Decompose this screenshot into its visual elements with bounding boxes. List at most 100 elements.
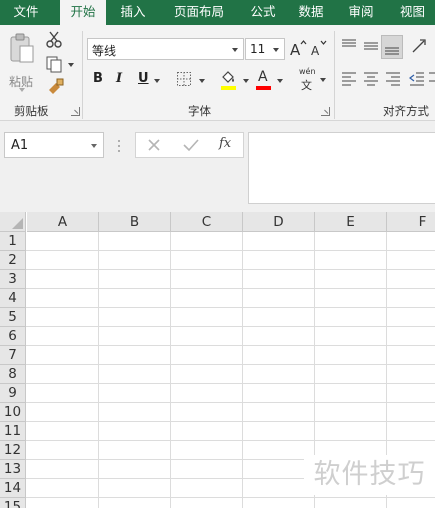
font-name-value: 等线 — [92, 44, 117, 58]
row-header[interactable]: 8 — [0, 365, 26, 384]
decrease-indent-button[interactable] — [408, 70, 428, 92]
row-header[interactable]: 10 — [0, 403, 26, 422]
decrease-font-size-icon: A — [311, 40, 327, 57]
top-align-button[interactable] — [340, 37, 358, 59]
decrease-font-size-button[interactable]: A — [310, 39, 328, 61]
underline-icon: U — [138, 71, 149, 86]
column-header-b[interactable]: B — [99, 212, 171, 232]
increase-indent-button[interactable] — [429, 70, 435, 92]
cut-button[interactable] — [45, 31, 65, 53]
middle-align-button[interactable] — [362, 37, 380, 59]
font-size-select[interactable]: 11 — [245, 38, 285, 60]
row-header[interactable]: 6 — [0, 327, 26, 346]
font-color-dropdown-icon — [277, 79, 283, 83]
row-header[interactable]: 4 — [0, 289, 26, 308]
tab-insert[interactable]: 插入 — [110, 0, 156, 25]
phonetic-char-label: 文 — [301, 79, 312, 92]
font-color-button[interactable]: A — [254, 69, 286, 91]
column-header-d[interactable]: D — [243, 212, 315, 232]
cancel-icon[interactable] — [147, 138, 161, 152]
scissors-icon — [46, 31, 62, 48]
tab-home[interactable]: 开始 — [60, 0, 106, 25]
gridline — [26, 421, 435, 422]
gridline — [26, 345, 435, 346]
paste-button[interactable]: 粘贴 — [6, 33, 38, 95]
phonetic-guide-button[interactable]: wén 文 — [297, 67, 329, 93]
select-all-icon — [12, 218, 23, 229]
row-header[interactable]: 15 — [0, 498, 26, 508]
tab-data[interactable]: 数据 — [288, 0, 334, 25]
format-painter-button[interactable] — [47, 78, 67, 100]
font-color-swatch — [256, 86, 271, 90]
name-box[interactable]: A1 — [4, 132, 104, 158]
row-header[interactable]: 3 — [0, 270, 26, 289]
underline-dropdown-icon — [154, 79, 160, 83]
enter-check-icon[interactable] — [183, 138, 199, 152]
borders-button[interactable] — [176, 69, 208, 91]
group-divider — [82, 31, 83, 119]
formula-input[interactable] — [248, 132, 435, 204]
underline-button[interactable]: U — [134, 69, 164, 91]
tab-file[interactable]: 文件 — [0, 0, 52, 25]
row-header[interactable]: 7 — [0, 346, 26, 365]
increase-font-size-button[interactable]: A — [289, 39, 307, 61]
gridline — [26, 440, 435, 441]
font-name-dropdown-icon — [232, 48, 238, 52]
align-right-button[interactable] — [384, 70, 402, 92]
column-header-a[interactable]: A — [27, 212, 99, 232]
fill-color-dropdown-icon — [243, 79, 249, 83]
ribbon-tab-bar: 文件 开始 插入 页面布局 公式 数据 审阅 视图 — [0, 0, 435, 25]
tab-formulas[interactable]: 公式 — [240, 0, 286, 25]
select-all-button[interactable] — [0, 212, 26, 232]
row-header[interactable]: 12 — [0, 441, 26, 460]
row-header[interactable]: 11 — [0, 422, 26, 441]
alignment-group-label: 对齐方式 — [383, 104, 429, 118]
font-name-select[interactable]: 等线 — [87, 38, 244, 60]
gridline — [26, 402, 435, 403]
copy-icon — [46, 56, 62, 73]
bold-button[interactable]: B — [89, 69, 107, 91]
row-header[interactable]: 14 — [0, 479, 26, 498]
fill-color-button[interactable] — [219, 69, 251, 91]
gridline — [26, 307, 435, 308]
column-header-f[interactable]: F — [387, 212, 435, 232]
gridline — [26, 269, 435, 270]
formula-bar-grip-icon — [118, 140, 120, 152]
row-header[interactable]: 2 — [0, 251, 26, 270]
name-box-dropdown-icon — [91, 144, 97, 148]
increase-font-size-icon: A — [290, 40, 307, 57]
orientation-button[interactable] — [410, 37, 435, 59]
format-painter-icon — [49, 78, 64, 94]
formula-buttons: fx — [135, 132, 244, 158]
gridline — [26, 364, 435, 365]
borders-dropdown-icon — [199, 79, 205, 83]
tab-view[interactable]: 视图 — [390, 0, 435, 25]
gridline — [26, 497, 435, 498]
align-left-button[interactable] — [340, 70, 358, 92]
clipboard-launcher-icon[interactable] — [71, 107, 80, 116]
group-divider — [334, 31, 335, 119]
align-center-button[interactable] — [362, 70, 380, 92]
column-header-e[interactable]: E — [315, 212, 387, 232]
watermark: 软件技巧 — [304, 455, 435, 495]
top-align-icon — [342, 39, 356, 47]
row-header[interactable]: 9 — [0, 384, 26, 403]
row-header[interactable]: 5 — [0, 308, 26, 327]
insert-function-icon[interactable]: fx — [219, 136, 231, 151]
row-header[interactable]: 1 — [0, 232, 26, 251]
copy-button[interactable] — [45, 55, 75, 77]
font-size-value: 11 — [250, 42, 266, 56]
middle-align-icon — [364, 42, 378, 50]
row-header[interactable]: 13 — [0, 460, 26, 479]
decrease-indent-icon — [409, 72, 424, 86]
tab-page-layout[interactable]: 页面布局 — [162, 0, 236, 25]
column-header-c[interactable]: C — [171, 212, 243, 232]
phonetic-dropdown-icon — [320, 78, 326, 82]
tab-review[interactable]: 审阅 — [338, 0, 384, 25]
bottom-align-icon — [385, 47, 399, 55]
italic-button[interactable]: I — [111, 69, 129, 91]
font-launcher-icon[interactable] — [321, 107, 330, 116]
bottom-align-button[interactable] — [381, 35, 403, 59]
svg-text:A: A — [290, 41, 301, 57]
paste-dropdown-icon — [19, 88, 25, 92]
